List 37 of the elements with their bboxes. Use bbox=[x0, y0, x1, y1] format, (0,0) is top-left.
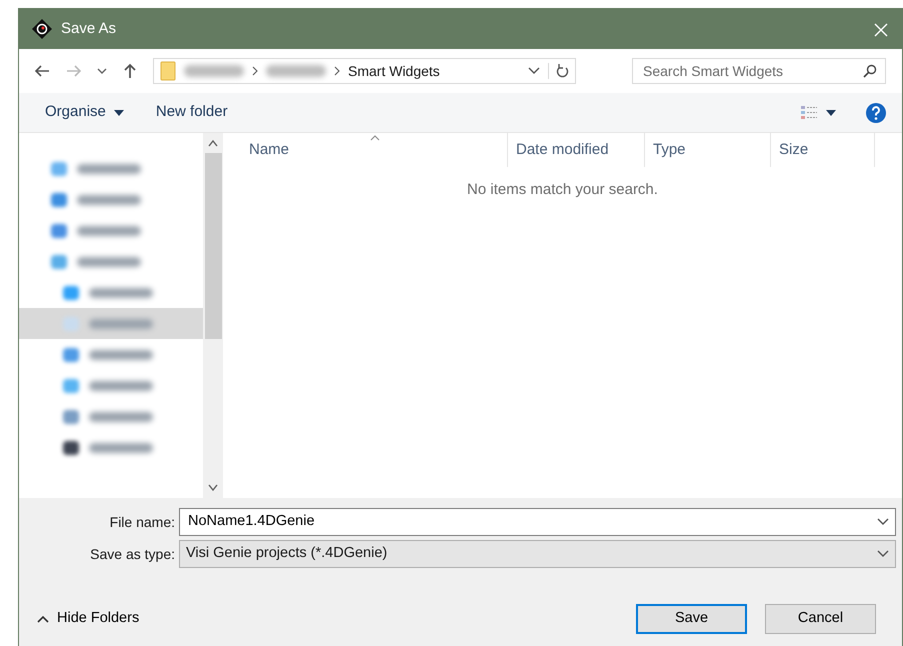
breadcrumb[interactable]: Smart Widgets bbox=[348, 60, 440, 82]
search-box[interactable]: Search Smart Widgets bbox=[632, 58, 886, 84]
file-name-field[interactable]: NoName1.4DGenie bbox=[186, 510, 877, 534]
field-label: File name: bbox=[108, 512, 175, 532]
dialog-button[interactable]: Cancel bbox=[765, 604, 876, 634]
help-icon[interactable] bbox=[866, 102, 886, 122]
field-label: Save as type: bbox=[89, 544, 175, 564]
column-header[interactable]: Type bbox=[645, 133, 771, 167]
dialog-button[interactable]: Save bbox=[636, 604, 747, 634]
list-view-icon bbox=[800, 104, 818, 120]
search-icon bbox=[863, 64, 877, 78]
hide-folders-button[interactable]: Hide Folders bbox=[35, 606, 142, 632]
chevron-down-icon bbox=[97, 68, 107, 74]
caret-icon bbox=[114, 110, 124, 116]
scroll-up-icon[interactable] bbox=[208, 139, 218, 147]
file-name-box[interactable]: NoName1.4DGenie bbox=[179, 508, 896, 536]
folder-icon bbox=[160, 61, 176, 81]
caret-icon bbox=[37, 615, 49, 623]
scrollbar-thumb[interactable] bbox=[204, 153, 222, 339]
refresh-icon bbox=[555, 63, 569, 79]
column-header[interactable]: Size bbox=[771, 133, 875, 167]
type-dropdown[interactable]: Visi Genie projects (*.4DGenie) bbox=[179, 540, 896, 568]
app-logo-icon bbox=[31, 18, 53, 40]
new-folder-button[interactable]: New folder bbox=[154, 99, 230, 126]
address-bar[interactable]: Smart Widgets bbox=[153, 58, 576, 84]
organise-menu-button[interactable]: Organise bbox=[43, 99, 126, 126]
column-header[interactable]: Name bbox=[223, 133, 508, 167]
chevron-icon bbox=[334, 66, 340, 76]
blurred-text bbox=[266, 65, 326, 77]
window-title: Save As bbox=[61, 18, 116, 39]
close-icon bbox=[874, 23, 888, 38]
blurred-text bbox=[184, 65, 244, 77]
scroll-down-icon[interactable] bbox=[208, 484, 218, 492]
column-header[interactable]: Date modified bbox=[508, 133, 645, 167]
empty-message: No items match your search. bbox=[466, 180, 659, 200]
chevron-icon bbox=[252, 66, 258, 76]
caret-icon bbox=[826, 110, 836, 116]
